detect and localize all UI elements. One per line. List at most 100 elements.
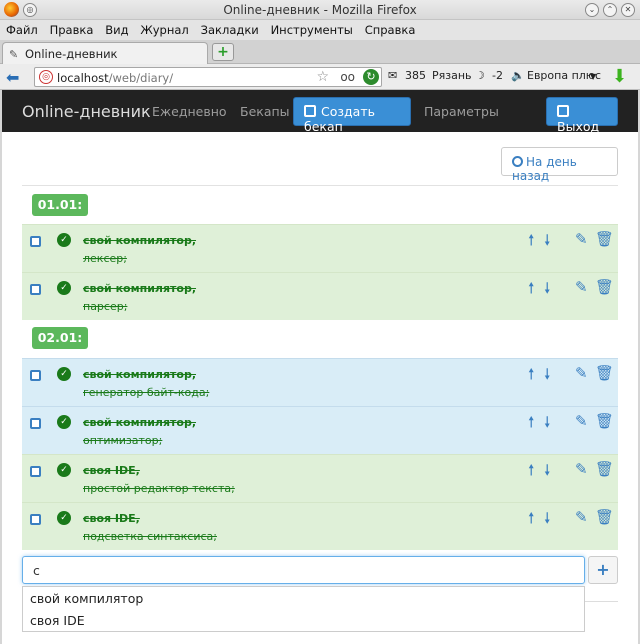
page-content: Online-дневник Ежедневно Бекапы Создать … xyxy=(2,90,638,644)
window-menu-icon[interactable]: ◎ xyxy=(23,3,37,17)
menu-help[interactable]: Справка xyxy=(361,20,420,37)
mail-icon[interactable]: ✉ xyxy=(388,69,397,82)
menu-history[interactable]: Журнал xyxy=(136,20,192,37)
delete-trash-icon[interactable]: 🗑 xyxy=(595,278,614,296)
clock-icon xyxy=(512,156,523,167)
edit-pencil-icon[interactable]: ✎ xyxy=(575,364,588,382)
close-icon[interactable]: ✕ xyxy=(621,3,635,17)
menu-edit[interactable]: Правка xyxy=(46,20,98,37)
move-up-arrow-icon[interactable]: 🠕 xyxy=(528,460,534,485)
move-up-arrow-icon[interactable]: 🠕 xyxy=(528,412,534,437)
add-task-plus-icon[interactable]: + xyxy=(588,556,618,584)
delete-trash-icon[interactable]: 🗑 xyxy=(595,364,614,382)
move-down-arrow-icon[interactable]: 🠗 xyxy=(544,412,550,437)
menu-tools[interactable]: Инструменты xyxy=(267,20,357,37)
task-checkbox[interactable] xyxy=(30,466,41,477)
task-row: ✓ свой компилятор, оптимизатор; 🠕 🠗 ✎ 🗑 xyxy=(22,406,618,454)
menu-bookmarks[interactable]: Закладки xyxy=(197,20,263,37)
divider xyxy=(585,601,618,602)
task-row: ✓ свой компилятор, парсер; 🠕 🠗 ✎ 🗑 xyxy=(22,272,618,320)
move-up-arrow-icon[interactable]: 🠕 xyxy=(528,230,534,255)
autocomplete-option[interactable]: своя IDE xyxy=(30,613,85,628)
move-up-arrow-icon[interactable]: 🠕 xyxy=(528,278,534,303)
autocomplete-option[interactable]: свой компилятор xyxy=(30,591,143,606)
new-tab-button[interactable]: + xyxy=(212,43,234,61)
url-bar[interactable]: ◎ localhost/web/diary/ ☆ oo ↻ xyxy=(34,67,382,87)
new-task-input[interactable]: с xyxy=(22,556,585,584)
radio-dropdown-icon[interactable]: ▼ xyxy=(590,72,596,81)
done-check-icon: ✓ xyxy=(57,233,71,247)
date-badge: 01.01: xyxy=(32,194,88,216)
back-arrow-icon[interactable]: ⬅ xyxy=(6,68,19,87)
speaker-icon[interactable]: 🔈 xyxy=(511,69,525,82)
task-row: ✓ своя IDE, простой редактор текста; 🠕 🠗… xyxy=(22,454,618,502)
task-row: ✓ своя IDE, подсветка синтаксиса; 🠕 🠗 ✎ … xyxy=(22,502,618,550)
moon-icon: ☽ xyxy=(475,69,485,82)
task-checkbox[interactable] xyxy=(30,418,41,429)
move-up-arrow-icon[interactable]: 🠕 xyxy=(528,508,534,533)
task-checkbox[interactable] xyxy=(30,236,41,247)
page-icon: ✎ xyxy=(9,48,19,61)
maximize-icon[interactable]: ⌃ xyxy=(603,3,617,17)
nav-settings[interactable]: Параметры xyxy=(424,104,499,119)
move-down-arrow-icon[interactable]: 🠗 xyxy=(544,230,550,255)
edit-pencil-icon[interactable]: ✎ xyxy=(575,460,588,478)
done-check-icon: ✓ xyxy=(57,281,71,295)
divider xyxy=(22,185,618,186)
move-up-arrow-icon[interactable]: 🠕 xyxy=(528,364,534,389)
task-subtitle: простой редактор текста; xyxy=(83,482,235,495)
app-navbar: Online-дневник Ежедневно Бекапы Создать … xyxy=(2,90,638,134)
menu-file[interactable]: Файл xyxy=(2,20,42,37)
logout-button[interactable]: Выход xyxy=(546,97,618,134)
task-checkbox[interactable] xyxy=(30,370,41,381)
task-subtitle: генератор байт-кода; xyxy=(83,386,210,399)
move-down-arrow-icon[interactable]: 🠗 xyxy=(544,364,550,389)
move-down-arrow-icon[interactable]: 🠗 xyxy=(544,278,550,303)
site-identity-icon[interactable]: ◎ xyxy=(39,70,53,84)
day-back-button[interactable]: На день назад xyxy=(501,147,618,183)
download-arrow-icon[interactable]: ⬇ xyxy=(612,66,627,87)
delete-trash-icon[interactable]: 🗑 xyxy=(595,412,614,430)
done-check-icon: ✓ xyxy=(57,367,71,381)
task-title: свой компилятор, xyxy=(83,368,197,381)
edit-pencil-icon[interactable]: ✎ xyxy=(575,412,588,430)
delete-trash-icon[interactable]: 🗑 xyxy=(595,230,614,248)
nav-daily[interactable]: Ежедневно xyxy=(152,104,227,119)
window-title: Online-дневник - Mozilla Firefox xyxy=(223,3,417,17)
create-backup-button[interactable]: Создать бекап xyxy=(293,97,411,134)
weather-city[interactable]: Рязань xyxy=(432,69,472,82)
task-subtitle: подсветка синтаксиса; xyxy=(83,530,217,543)
task-subtitle: парсер; xyxy=(83,300,128,313)
navigation-bar: ⬅ ◎ localhost/web/diary/ ☆ oo ↻ ✉ 385 Ря… xyxy=(0,64,640,90)
task-subtitle: оптимизатор; xyxy=(83,434,163,447)
weather-temp: -2 xyxy=(492,69,503,82)
task-title: свой компилятор, xyxy=(83,234,197,247)
url-text[interactable]: localhost/web/diary/ xyxy=(57,71,173,85)
delete-trash-icon[interactable]: 🗑 xyxy=(595,508,614,526)
reload-icon[interactable]: ↻ xyxy=(363,69,379,85)
date-badge: 02.01: xyxy=(32,327,88,349)
window-titlebar: Online-дневник - Mozilla Firefox ◎ ⌄ ⌃ ✕ xyxy=(0,0,640,20)
bookmark-star-icon[interactable]: ☆ xyxy=(316,69,329,85)
menu-view[interactable]: Вид xyxy=(101,20,132,37)
task-checkbox[interactable] xyxy=(30,284,41,295)
move-down-arrow-icon[interactable]: 🠗 xyxy=(544,508,550,533)
nav-backups[interactable]: Бекапы xyxy=(240,104,290,119)
done-check-icon: ✓ xyxy=(57,463,71,477)
logout-icon xyxy=(557,105,569,117)
reader-glasses-icon[interactable]: oo xyxy=(340,70,355,84)
tab-diary[interactable]: ✎ Online-дневник xyxy=(2,42,208,64)
edit-pencil-icon[interactable]: ✎ xyxy=(575,508,588,526)
minimize-icon[interactable]: ⌄ xyxy=(585,3,599,17)
edit-pencil-icon[interactable]: ✎ xyxy=(575,278,588,296)
task-title: своя IDE, xyxy=(83,512,140,525)
task-checkbox[interactable] xyxy=(30,514,41,525)
done-check-icon: ✓ xyxy=(57,415,71,429)
tab-bar: ✎ Online-дневник + xyxy=(0,40,640,64)
backup-icon xyxy=(304,105,316,117)
app-brand[interactable]: Online-дневник xyxy=(22,102,151,121)
edit-pencil-icon[interactable]: ✎ xyxy=(575,230,588,248)
delete-trash-icon[interactable]: 🗑 xyxy=(595,460,614,478)
move-down-arrow-icon[interactable]: 🠗 xyxy=(544,460,550,485)
task-row: ✓ свой компилятор, генератор байт-кода; … xyxy=(22,358,618,406)
